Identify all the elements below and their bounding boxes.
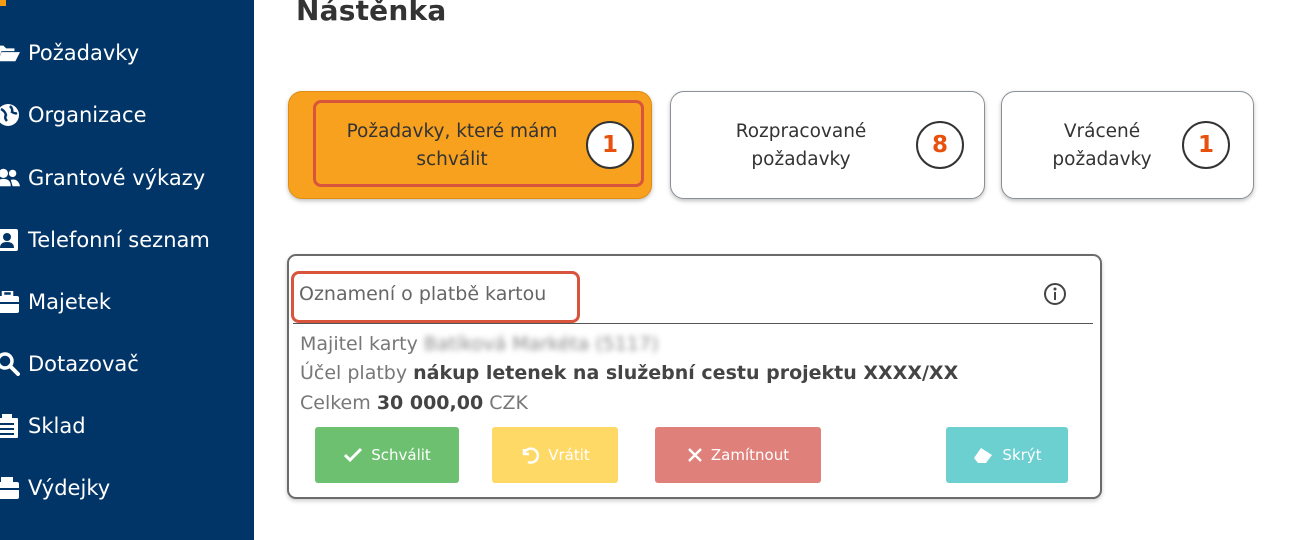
approve-button[interactable]: Schválit bbox=[315, 427, 459, 483]
card-title-highlight bbox=[291, 271, 580, 323]
highlight-box bbox=[313, 100, 644, 187]
users-icon bbox=[0, 166, 20, 190]
sidebar-item-vydejky[interactable]: Výdejky bbox=[0, 468, 254, 508]
count-badge: 8 bbox=[916, 121, 964, 169]
purpose-value: nákup letenek na služební cestu projektu… bbox=[413, 362, 959, 384]
approve-label: Schválit bbox=[371, 446, 431, 464]
sidebar: Požadavky Organizace Grantové výkazy Tel… bbox=[0, 0, 254, 540]
return-label: Vrátit bbox=[548, 446, 590, 464]
check-icon bbox=[344, 447, 363, 463]
warehouse-icon bbox=[0, 414, 20, 438]
sidebar-item-dotazovac[interactable]: Dotazovač bbox=[0, 344, 254, 384]
card-total-line: Celkem 30 000,00 CZK bbox=[300, 392, 528, 414]
tile-label: Vrácené požadavky bbox=[1052, 121, 1152, 170]
sidebar-item-label: Grantové výkazy bbox=[28, 166, 206, 190]
truck-icon bbox=[0, 476, 20, 500]
address-card-icon bbox=[0, 228, 20, 252]
sidebar-item-label: Majetek bbox=[28, 290, 112, 314]
card-owner-line: Majitel karty Batíková Markéta (5117) bbox=[300, 333, 658, 355]
owner-value: Batíková Markéta (5117) bbox=[423, 333, 659, 355]
sidebar-item-label: Dotazovač bbox=[28, 352, 139, 376]
reject-label: Zamítnout bbox=[710, 446, 790, 464]
reject-button[interactable]: Zamítnout bbox=[655, 427, 821, 483]
total-value: 30 000,00 bbox=[376, 392, 484, 414]
tile-label: Rozpracované požadavky bbox=[735, 121, 867, 170]
logo-fragment bbox=[0, 0, 6, 6]
suitcase-icon bbox=[0, 290, 20, 314]
purpose-label: Účel platby bbox=[300, 362, 408, 384]
sidebar-item-label: Požadavky bbox=[28, 41, 140, 65]
undo-icon bbox=[522, 447, 540, 464]
sidebar-item-label: Organizace bbox=[28, 103, 147, 127]
sidebar-item-telefonni-seznam[interactable]: Telefonní seznam bbox=[0, 220, 254, 260]
sidebar-item-label: Sklad bbox=[28, 414, 86, 438]
close-icon bbox=[688, 448, 702, 462]
hide-label: Skrýt bbox=[1002, 446, 1042, 464]
info-icon[interactable] bbox=[1043, 282, 1067, 306]
globe-icon bbox=[0, 103, 20, 127]
sidebar-item-pozadavky[interactable]: Požadavky bbox=[0, 33, 254, 73]
currency: CZK bbox=[489, 392, 528, 414]
card-purpose-line: Účel platby nákup letenek na služební ce… bbox=[300, 362, 958, 384]
sidebar-item-sklad[interactable]: Sklad bbox=[0, 406, 254, 446]
owner-label: Majitel karty bbox=[300, 333, 418, 355]
eraser-icon bbox=[974, 448, 993, 463]
sidebar-item-label: Výdejky bbox=[28, 476, 111, 500]
sidebar-item-label: Telefonní seznam bbox=[28, 228, 210, 252]
count-badge: 1 bbox=[1182, 121, 1230, 169]
sidebar-item-organizace[interactable]: Organizace bbox=[0, 95, 254, 135]
search-icon bbox=[0, 352, 20, 376]
page-title: Nástěnka bbox=[296, 0, 447, 27]
folder-open-icon bbox=[0, 41, 20, 65]
sidebar-item-majetek[interactable]: Majetek bbox=[0, 282, 254, 322]
hide-button[interactable]: Skrýt bbox=[946, 427, 1068, 483]
tile-in-progress-requests[interactable]: Rozpracované požadavky 8 bbox=[670, 91, 985, 199]
card-divider bbox=[293, 323, 1093, 324]
return-button[interactable]: Vrátit bbox=[492, 427, 618, 483]
sidebar-item-grantove-vykazy[interactable]: Grantové výkazy bbox=[0, 158, 254, 198]
tile-returned-requests[interactable]: Vrácené požadavky 1 bbox=[1001, 91, 1254, 199]
total-label: Celkem bbox=[300, 392, 371, 414]
